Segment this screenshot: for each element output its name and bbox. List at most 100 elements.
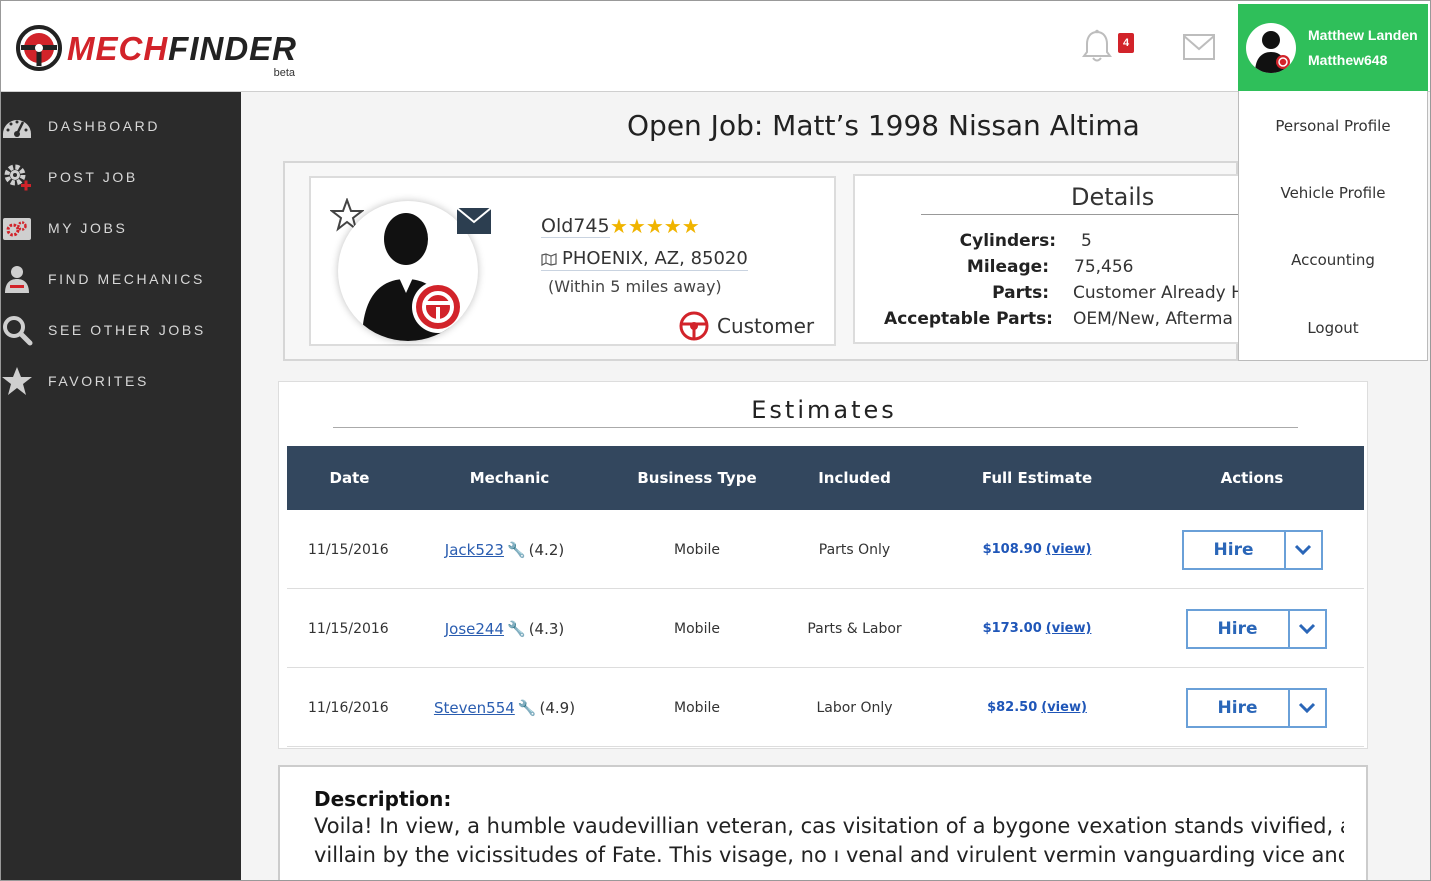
mechanic-link[interactable]: Steven554 [434,699,515,717]
cell-business-type: Mobile [674,699,720,716]
detail-value-cylinders: 5 [1081,231,1092,251]
table-row: 11/16/2016 Steven554 🔧 (4.9) Mobile Labo… [287,668,1364,747]
user-account-button[interactable]: Matthew Landen Matthew648 [1238,4,1428,91]
sidebar-item-label: SEE OTHER JOBS [48,321,206,338]
cell-full-estimate: $108.90 (view) [947,510,1127,589]
cell-full-estimate: $173.00 (view) [947,589,1127,668]
wrench-icon: 🔧 [506,540,526,559]
description-text: Voila! In view, a humble vaudevillian ve… [314,812,1344,870]
sidebar-item-label: FIND MECHANICS [48,270,205,287]
estimates-title: Estimates [751,396,897,424]
menu-item-personal-profile[interactable]: Personal Profile [1239,117,1427,135]
sidebar-item-find-mechanics[interactable]: FIND MECHANICS [1,253,241,304]
estimate-price: $173.00 [982,621,1042,636]
detail-value-mileage: 75,456 [1074,257,1134,277]
hire-button-group: Hire [1181,529,1323,570]
poster-distance: (Within 5 miles away) [548,277,722,296]
user-names: Matthew Landen Matthew648 [1308,23,1418,73]
mechanic-person-icon [1,263,33,295]
mechanic-link[interactable]: Jose244 [445,620,504,638]
mechfinder-logo[interactable]: MECHFINDER beta [15,23,298,79]
detail-label-acceptable-parts: Acceptable Parts: [884,309,1053,329]
app-window: MECHFINDER beta 4 Matthew Landen Matthew… [0,0,1431,881]
gear-plus-icon [1,161,33,193]
magnifier-icon [1,314,33,346]
sidebar-item-see-other-jobs[interactable]: SEE OTHER JOBS [1,304,241,355]
notification-count-badge[interactable]: 4 [1118,33,1134,53]
user-dropdown-menu: Personal Profile Vehicle Profile Account… [1238,91,1428,361]
logo-wheel-icon [16,25,62,71]
sidebar-item-label: DASHBOARD [48,117,161,134]
star-icon [1,365,33,397]
sidebar-item-label: MY JOBS [48,219,128,236]
chevron-down-icon [1294,544,1312,555]
details-title: Details [1071,183,1155,211]
detail-value-parts: Customer Already H [1073,283,1238,303]
estimate-price: $108.90 [982,542,1042,557]
messages-mail-icon[interactable] [1182,33,1216,61]
cell-date: 11/15/2016 [308,541,389,558]
column-header-business-type: Business Type [637,469,757,487]
hire-button[interactable]: Hire [1181,529,1286,570]
sidebar-item-label: POST JOB [48,168,138,185]
customer-avatar-icon [1255,30,1290,73]
message-poster-mail-icon[interactable] [456,207,492,235]
poster-role: Customer [679,311,814,341]
poster-rating-stars: ★★★★★ [610,216,700,238]
poster-location-link[interactable]: PHOENIX, AZ, 85020 [541,248,748,271]
hire-options-dropdown[interactable] [1289,608,1327,649]
sidebar-nav: DASHBOARD POST JOB MY JOBS FIND MECHANIC… [1,92,241,880]
estimates-panel: Estimates Date Mechanic Business Type In… [278,381,1368,749]
column-header-actions: Actions [1220,469,1284,487]
mechanic-link[interactable]: Jack523 [445,541,504,559]
poster-username-link[interactable]: Old745 [541,215,610,238]
logo-finder-text: FINDER [168,29,298,67]
menu-item-vehicle-profile[interactable]: Vehicle Profile [1239,184,1427,202]
view-estimate-link[interactable]: (view) [1041,700,1087,715]
cell-mechanic: Jose244 🔧 (4.3) [422,589,587,668]
notification-bell-icon[interactable] [1081,29,1113,65]
user-full-name: Matthew Landen [1308,26,1418,43]
dashboard-gauge-icon [1,110,33,142]
cell-included: Parts Only [818,541,891,558]
sidebar-item-post-job[interactable]: POST JOB [1,151,241,202]
detail-value-acceptable-parts: OEM/New, Afterma [1073,309,1233,329]
table-row: 11/15/2016 Jack523 🔧 (4.2) Mobile Parts … [287,510,1364,589]
cell-date: 11/16/2016 [308,699,389,716]
detail-label-cylinders: Cylinders: [959,231,1056,251]
page-title: Open Job: Matt’s 1998 Nissan Altima [627,109,1140,142]
view-estimate-link[interactable]: (view) [1046,542,1092,557]
column-header-mechanic: Mechanic [469,469,550,487]
cell-business-type: Mobile [674,620,720,637]
mechanic-rating: (4.9) [539,698,576,717]
menu-item-logout[interactable]: Logout [1239,319,1427,337]
view-estimate-link[interactable]: (view) [1046,621,1092,636]
cell-business-type: Mobile [674,541,720,558]
cell-mechanic: Steven554 🔧 (4.9) [422,668,587,747]
cell-actions: Hire [1185,668,1327,747]
hire-options-dropdown[interactable] [1285,529,1323,570]
logo-wordmark: MECHFINDER beta [67,29,298,79]
sidebar-item-my-jobs[interactable]: MY JOBS [1,202,241,253]
cell-actions: Hire [1181,510,1323,589]
job-description-panel: Description: Voila! In view, a humble va… [278,765,1368,880]
menu-item-accounting[interactable]: Accounting [1239,251,1427,269]
sidebar-item-dashboard[interactable]: DASHBOARD [1,100,241,151]
description-line: Voila! In view, a humble vaudevillian ve… [314,814,1344,838]
column-header-included: Included [818,469,891,487]
mechanic-rating: (4.3) [528,619,565,638]
chevron-down-icon [1298,623,1316,634]
hire-button[interactable]: Hire [1185,608,1290,649]
logo-mech-text: MECH [67,29,169,67]
column-header-full-estimate: Full Estimate [981,469,1093,487]
poster-role-label: Customer [717,314,815,338]
user-username: Matthew648 [1308,51,1388,68]
cell-actions: Hire [1185,589,1327,668]
cell-included: Labor Only [816,699,893,716]
hire-button-group: Hire [1185,687,1327,728]
hire-button[interactable]: Hire [1185,687,1290,728]
column-header-date: Date [329,469,370,487]
sidebar-item-favorites[interactable]: FAVORITES [1,355,241,406]
hire-options-dropdown[interactable] [1289,687,1327,728]
vehicle-details-card: Details Cylinders: 5 Mileage: 75,456 Par… [853,174,1238,344]
